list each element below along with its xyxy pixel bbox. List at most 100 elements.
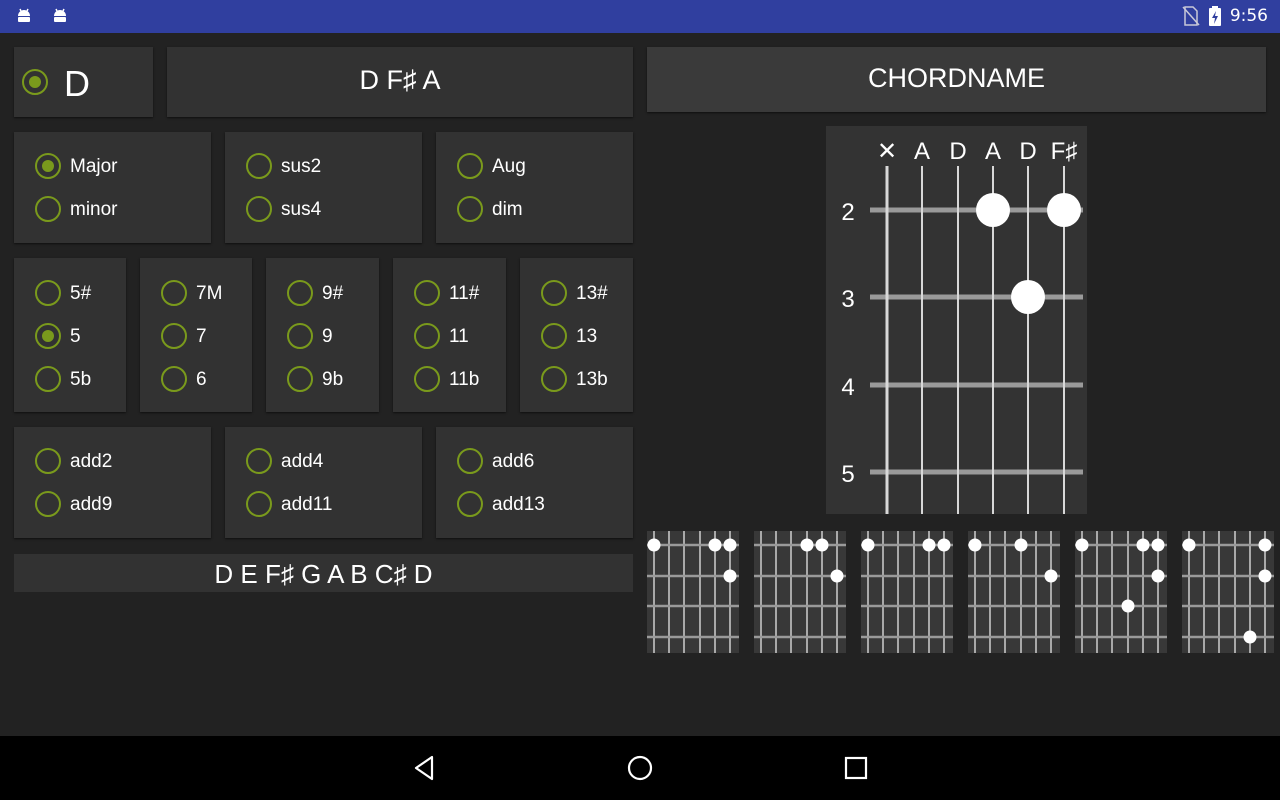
radio-11-label: 11 <box>449 326 469 347</box>
add-group-4-11: add4 add11 <box>225 427 422 538</box>
finger-dot <box>708 538 722 552</box>
radio-sus4[interactable] <box>246 196 272 222</box>
radio-add2[interactable] <box>35 448 61 474</box>
radio-add4-label: add4 <box>281 451 324 472</box>
radio-7m[interactable] <box>161 280 187 306</box>
radio-add4[interactable] <box>246 448 272 474</box>
chord-variation-thumbnail[interactable] <box>968 531 1060 653</box>
radio-add13[interactable] <box>457 491 483 517</box>
scale-display: D E F♯ G A B C♯ D <box>14 554 633 592</box>
finger-dot <box>1014 538 1028 552</box>
fret-number: 5 <box>841 461 854 488</box>
radio-major-label: Major <box>70 156 118 177</box>
fret-number: 2 <box>841 199 854 226</box>
battery-charging-icon <box>1208 6 1221 26</box>
radio-11-flat[interactable] <box>414 366 440 392</box>
chord-diagram[interactable]: ✕ A D A D F♯ 2345 <box>826 126 1087 514</box>
finger-dot <box>647 538 661 552</box>
finger-dot <box>1136 538 1150 552</box>
back-icon[interactable] <box>408 752 440 784</box>
chordname-button-label: CHORDNAME <box>867 63 1045 93</box>
finger-dot <box>1011 280 1045 314</box>
radio-9-sharp[interactable] <box>287 280 313 306</box>
radio-11-sharp[interactable] <box>414 280 440 306</box>
recents-icon[interactable] <box>840 752 872 784</box>
status-bar: 9:56 <box>0 0 1280 33</box>
add-group-2-9: add2 add9 <box>14 427 211 538</box>
radio-sus2-label: sus2 <box>281 156 322 177</box>
finger-dot <box>968 538 982 552</box>
radio-11-flat-label: 11b <box>449 369 480 390</box>
chord-notes-text: D F♯ A <box>359 65 441 95</box>
radio-5-sharp-label: 5# <box>70 283 92 304</box>
chord-variation-thumbnail[interactable] <box>1182 531 1274 653</box>
home-icon[interactable] <box>624 752 656 784</box>
android-icon <box>18 8 30 22</box>
radio-6-label: 6 <box>196 369 207 390</box>
radio-dim-label: dim <box>492 199 523 220</box>
radio-add2-label: add2 <box>70 451 113 472</box>
radio-6[interactable] <box>161 366 187 392</box>
finger-dot <box>800 538 814 552</box>
radio-9-sharp-label: 9# <box>322 283 344 304</box>
radio-sus2[interactable] <box>246 153 272 179</box>
extension-group-13: 13# 13 13b <box>520 258 633 412</box>
radio-minor[interactable] <box>35 196 61 222</box>
radio-add6[interactable] <box>457 448 483 474</box>
radio-13-sharp[interactable] <box>541 280 567 306</box>
root-note-panel[interactable]: D <box>14 47 153 117</box>
radio-add9[interactable] <box>35 491 61 517</box>
chord-variation-thumbnail[interactable] <box>1075 531 1167 653</box>
chord-variation-diagram <box>1182 531 1274 653</box>
root-note-label: D <box>64 63 90 104</box>
finger-dot <box>1121 599 1135 613</box>
radio-13[interactable] <box>541 323 567 349</box>
string-label: F♯ <box>1051 138 1078 165</box>
finger-dot <box>723 569 737 583</box>
radio-5-flat[interactable] <box>35 366 61 392</box>
finger-dot <box>1182 538 1196 552</box>
finger-dot <box>1243 630 1257 644</box>
root-note-radio[interactable] <box>22 69 48 95</box>
finger-dot <box>1044 569 1058 583</box>
radio-9-flat[interactable] <box>287 366 313 392</box>
chordname-button[interactable]: CHORDNAME <box>647 47 1266 112</box>
triad-group-aug-dim: Aug dim <box>436 132 633 243</box>
radio-5[interactable] <box>35 323 61 349</box>
chord-variation-thumbnail[interactable] <box>754 531 846 653</box>
finger-dot <box>976 193 1010 227</box>
radio-7[interactable] <box>161 323 187 349</box>
radio-5-label: 5 <box>70 326 81 347</box>
scale-text: D E F♯ G A B C♯ D <box>214 559 433 589</box>
finger-dot <box>815 538 829 552</box>
radio-9-label: 9 <box>322 326 333 347</box>
radio-9-flat-label: 9b <box>322 369 344 390</box>
finger-dot <box>937 538 951 552</box>
string-label: A <box>914 138 930 165</box>
radio-major[interactable] <box>35 153 61 179</box>
radio-aug[interactable] <box>457 153 483 179</box>
fret-number: 3 <box>841 286 854 313</box>
radio-5-flat-label: 5b <box>70 369 92 390</box>
radio-9[interactable] <box>287 323 313 349</box>
radio-13-flat-label: 13b <box>576 369 608 390</box>
chord-variation-thumbnail[interactable] <box>647 531 739 653</box>
radio-11[interactable] <box>414 323 440 349</box>
extension-group-11: 11# 11 11b <box>393 258 506 412</box>
android-icon <box>54 8 66 22</box>
radio-add11[interactable] <box>246 491 272 517</box>
radio-13-flat[interactable] <box>541 366 567 392</box>
muted-string-icon: ✕ <box>877 138 897 165</box>
radio-5-sharp[interactable] <box>35 280 61 306</box>
radio-13-label: 13 <box>576 326 598 347</box>
radio-dim[interactable] <box>457 196 483 222</box>
add-group-6-13: add6 add13 <box>436 427 633 538</box>
radio-add13-label: add13 <box>492 494 545 515</box>
string-label: A <box>985 138 1001 165</box>
extension-group-7: 7M 7 6 <box>140 258 252 412</box>
finger-dot <box>723 538 737 552</box>
radio-13-sharp-label: 13# <box>576 283 608 304</box>
chord-variation-thumbnail[interactable] <box>861 531 953 653</box>
radio-11-sharp-label: 11# <box>449 283 480 304</box>
chord-diagram-svg: ✕ A D A D F♯ 2345 <box>841 138 1083 514</box>
